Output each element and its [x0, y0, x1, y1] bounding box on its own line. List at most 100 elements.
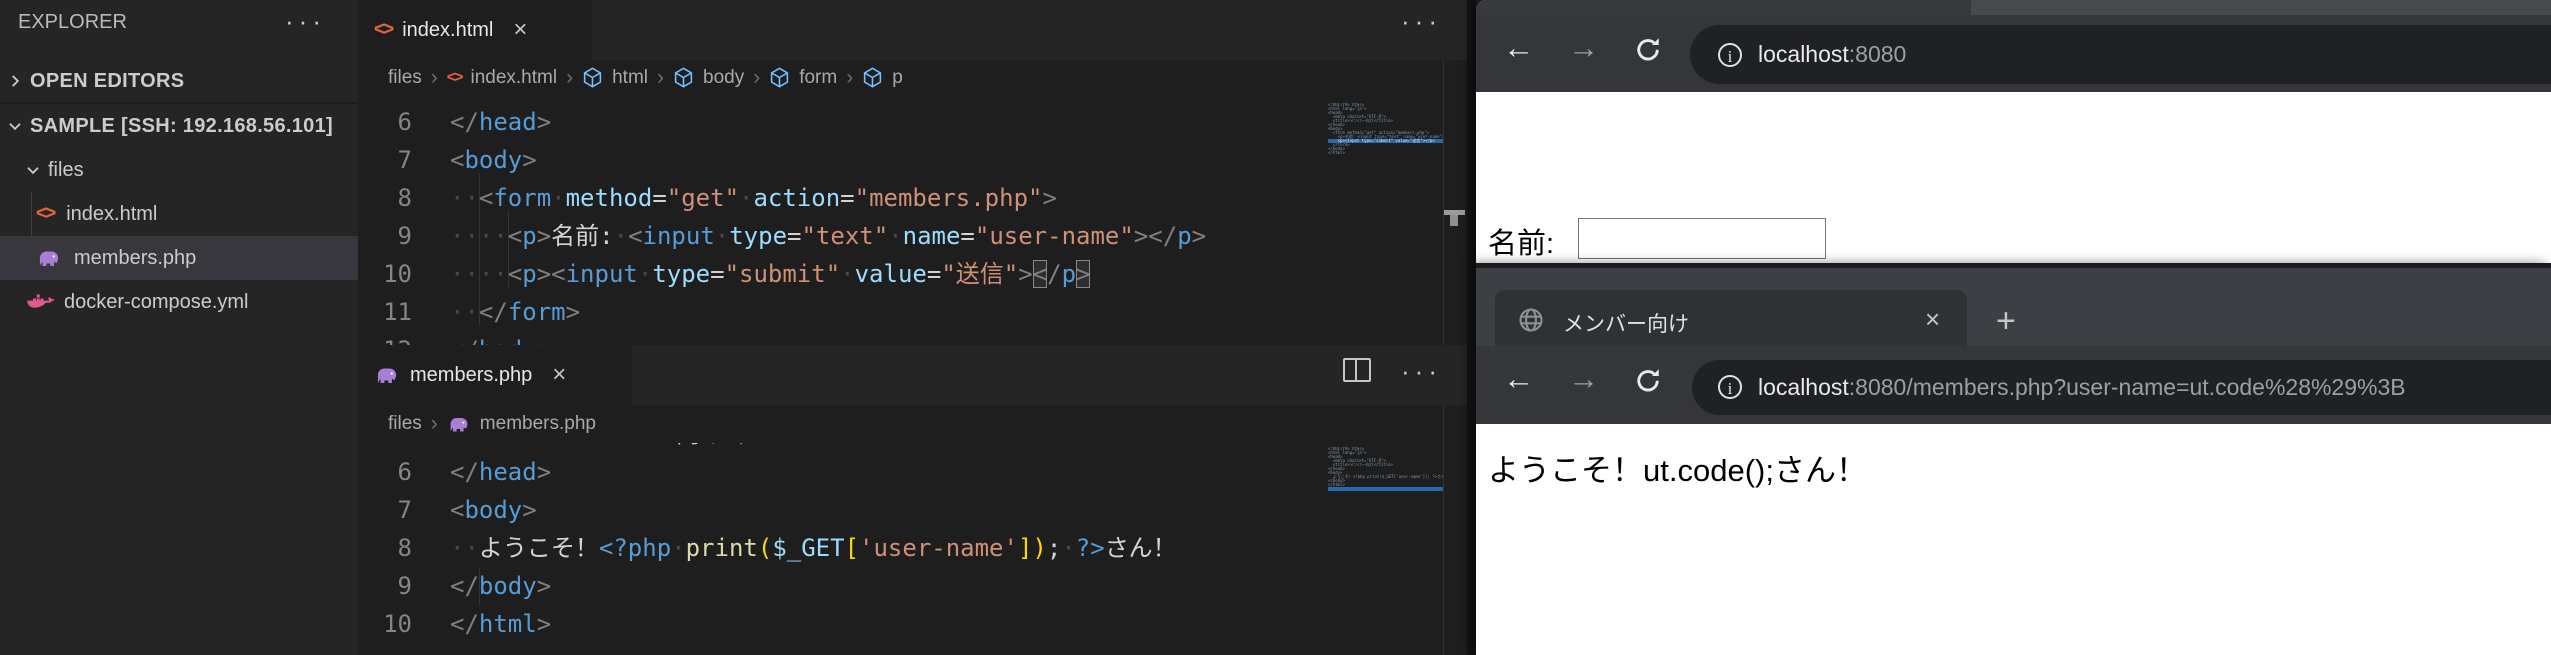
code-line: 9</body>	[358, 567, 1453, 605]
breadcrumb-item[interactable]: p	[892, 67, 903, 89]
tab-members-php[interactable]: members.php ×	[358, 345, 632, 405]
breadcrumb-item[interactable]: index.html	[470, 67, 557, 89]
forward-icon[interactable]: →	[1568, 364, 1599, 394]
line-number: 8	[358, 529, 412, 567]
indent-guide	[479, 567, 480, 605]
tab-index-html[interactable]: <> index.html ×	[358, 0, 592, 60]
code-editor[interactable]: 5··<title>メンバー向け</title>6</head>7<body>8…	[358, 95, 1453, 345]
active-tab-sliver[interactable]	[1476, 0, 1971, 15]
indent-guide	[479, 173, 480, 325]
breadcrumb-item[interactable]: form	[799, 67, 837, 89]
code-line: 8··ようこそ！<?php·print($_GET['user-name']);…	[358, 529, 1453, 567]
code-line: 6</head>	[358, 453, 1453, 491]
minimap[interactable]: <!DOCTYPE html><html lang="ja"><head> <m…	[1328, 103, 1443, 159]
welcome-text: ようこそ！ut.code();さん！	[1488, 445, 1867, 490]
browser-window-form: ← → i localhost:8080 名前: 送信	[1476, 0, 2551, 265]
code-editor[interactable]: 5··<title>メンバー向け</title>6</head>7<body>8…	[358, 443, 1453, 655]
url-path: :8080/members.php?user-name=ut.code%28%2…	[1849, 374, 2406, 400]
chevron-right-icon	[6, 72, 24, 90]
breadcrumb[interactable]: files › <> index.html › html › body › fo…	[358, 60, 1467, 95]
breadcrumb[interactable]: files › members.php	[358, 405, 1467, 443]
open-editors-section[interactable]: OPEN EDITORS	[0, 60, 364, 102]
editor-more-actions-icon[interactable]: ···	[1401, 358, 1442, 384]
line-number: 6	[358, 103, 412, 141]
code-line: 6</head>	[358, 103, 1453, 141]
symbol-cube-icon	[862, 67, 883, 88]
url-text[interactable]: localhost:8080/members.php?user-name=ut.…	[1758, 360, 2406, 415]
site-info-icon[interactable]: i	[1718, 375, 1742, 399]
forward-icon[interactable]: →	[1568, 33, 1599, 63]
editor-group-members-php: members.php × ··· files › members.php 5·…	[358, 345, 1467, 655]
workspace-root-label: SAMPLE [SSH: 192.168.56.101]	[30, 115, 333, 138]
editor-more-actions-icon[interactable]: ···	[1401, 8, 1442, 34]
page-content: 名前: 送信	[1476, 92, 2551, 265]
code-line: 10····<p><input·type="submit"·value="送信"…	[358, 255, 1453, 293]
tab-members-page[interactable]: メンバー向け ×	[1495, 290, 1967, 351]
breadcrumb-item[interactable]: files	[388, 67, 422, 89]
close-tab-icon[interactable]: ×	[552, 361, 566, 389]
code-line: 10</html>	[358, 605, 1453, 643]
browser-window-result: メンバー向け × + ← → i localhost:8080/members.…	[1476, 263, 2551, 655]
explorer-sidebar: EXPLORER ··· OPEN EDITORS SAMPLE [SSH: 1…	[0, 0, 358, 655]
minimap[interactable]: <!DOCTYPE html><html lang="ja"><head> <m…	[1328, 447, 1443, 495]
explorer-title: EXPLORER	[18, 11, 127, 34]
sidebar-item-index-html[interactable]: <> index.html	[0, 192, 394, 236]
breadcrumb-separator: ›	[431, 66, 438, 90]
url-text[interactable]: localhost:8080	[1758, 25, 1906, 84]
docker-file-icon	[26, 292, 54, 312]
breadcrumb-item[interactable]: files	[388, 413, 422, 435]
sidebar-item-members-php[interactable]: members.php	[0, 236, 394, 280]
sidebar-item-files-folder[interactable]: files	[0, 148, 382, 192]
split-editor-icon[interactable]	[1343, 358, 1371, 382]
breadcrumb-item[interactable]: members.php	[480, 413, 596, 435]
file-label: members.php	[74, 247, 196, 270]
line-number: 5	[358, 95, 412, 103]
breadcrumb-separator: ›	[566, 66, 573, 90]
breadcrumb-item[interactable]: html	[612, 67, 648, 89]
code-line: 11··</form>	[358, 293, 1453, 331]
line-number: 9	[358, 217, 412, 255]
url-host: localhost	[1758, 41, 1849, 67]
screen: EXPLORER ··· OPEN EDITORS SAMPLE [SSH: 1…	[0, 0, 2551, 655]
chevron-down-icon	[6, 117, 24, 135]
code-line: 5··<title>メンバー向け</title>	[358, 95, 1453, 103]
back-icon[interactable]: ←	[1503, 33, 1534, 63]
tab-strip	[1476, 0, 2551, 15]
window-gap	[1467, 0, 1476, 655]
indent-guide	[508, 211, 509, 287]
name-input[interactable]	[1578, 218, 1826, 259]
explorer-more-icon[interactable]: ···	[285, 8, 326, 34]
close-tab-icon[interactable]: ×	[513, 16, 527, 44]
line-number: 5	[358, 443, 412, 453]
minimap-line: </html>	[1328, 151, 1443, 155]
file-label: index.html	[66, 203, 157, 226]
minimap-line	[1328, 487, 1443, 491]
code-line: 7<body>	[358, 141, 1453, 179]
url-host: localhost	[1758, 374, 1849, 400]
close-tab-icon[interactable]: ×	[1925, 304, 1940, 335]
line-number: 8	[358, 179, 412, 217]
scrollbar-handle[interactable]	[1444, 210, 1465, 226]
line-number: 7	[358, 491, 412, 529]
html-file-icon: <>	[36, 203, 54, 225]
breadcrumb-separator: ›	[846, 66, 853, 90]
tab-label: index.html	[402, 19, 493, 42]
minimap-line: ようこそ！<?php print($_GET['user-name']); ?>…	[1328, 475, 1443, 479]
tab-title: メンバー向け	[1563, 308, 1689, 338]
site-info-icon[interactable]: i	[1718, 43, 1742, 67]
chevron-down-icon	[24, 161, 42, 179]
globe-icon	[1517, 306, 1545, 334]
php-file-icon	[374, 365, 400, 385]
tab-bar: <> index.html × ···	[358, 0, 1467, 60]
reload-icon[interactable]	[1633, 35, 1663, 65]
php-file-icon	[447, 415, 471, 433]
back-icon[interactable]: ←	[1503, 364, 1534, 394]
new-tab-icon[interactable]: +	[1996, 304, 2016, 338]
reload-icon[interactable]	[1633, 366, 1663, 396]
name-label: 名前:	[1488, 220, 1554, 262]
tab-strip: メンバー向け × +	[1476, 268, 2551, 346]
sidebar-item-docker-compose[interactable]: docker-compose.yml	[0, 280, 384, 324]
breadcrumb-item[interactable]: body	[703, 67, 744, 89]
editor-group-index-html: <> index.html × ··· files › <> index.htm…	[358, 0, 1467, 345]
workspace-root-item[interactable]: SAMPLE [SSH: 192.168.56.101]	[0, 104, 364, 148]
